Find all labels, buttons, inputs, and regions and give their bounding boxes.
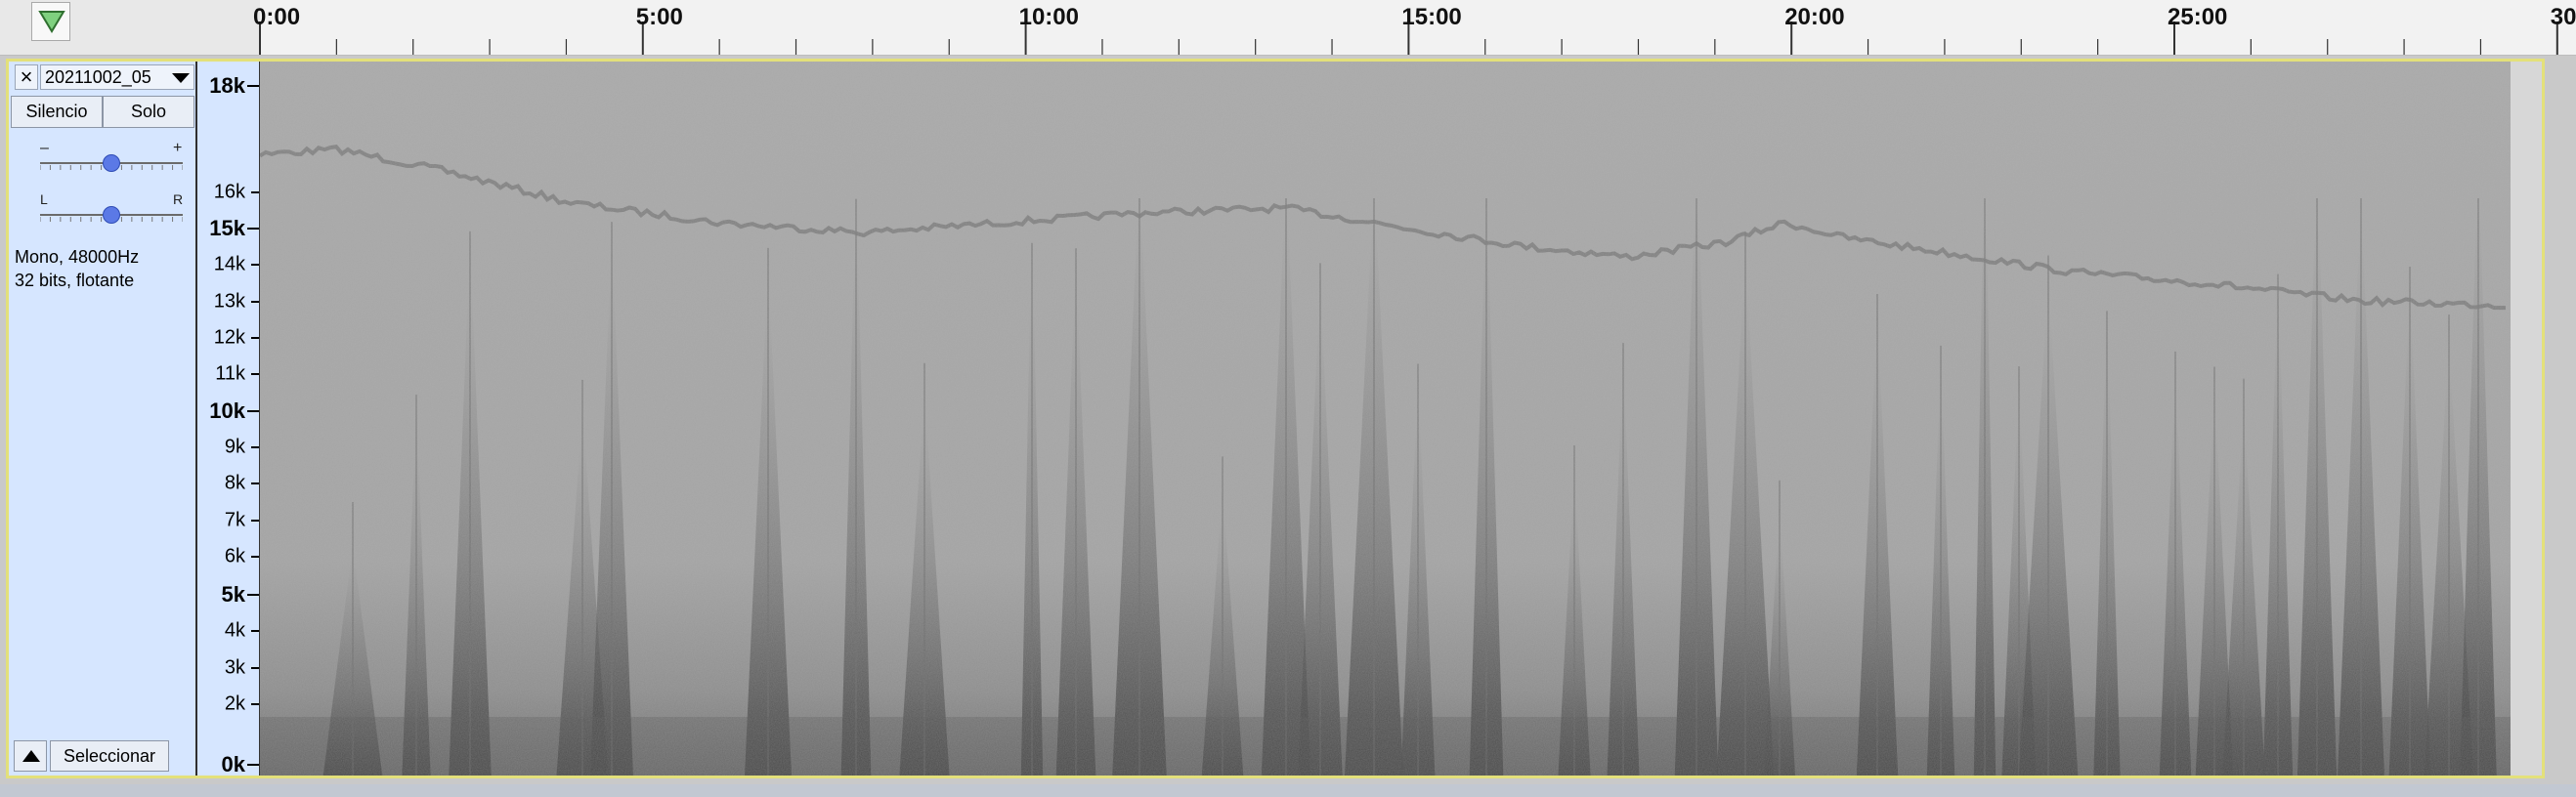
frequency-tick-mark (251, 373, 259, 376)
frequency-tick-label: 2k (224, 692, 245, 715)
frequency-tick-label: 16k (213, 181, 245, 203)
frequency-tick-label: 8k (224, 472, 245, 494)
frequency-tick-label: 11k (215, 362, 245, 385)
close-track-button[interactable]: × (15, 64, 38, 90)
frequency-tick-label: 6k (224, 545, 245, 567)
gain-slider-thumb[interactable] (103, 154, 120, 172)
frequency-tick-mark (251, 482, 259, 485)
collapse-track-button[interactable] (14, 740, 47, 772)
frequency-tick-mark (251, 556, 259, 559)
mute-button[interactable]: Silencio (11, 96, 103, 128)
frequency-axis[interactable]: 18k 16k 15k 14k 13k 12k 11k 10k 9k 8k 7k 6k 5k 4k 3k 2k… (197, 62, 260, 776)
ruler-tick-label: 30:00 (2550, 4, 2576, 30)
spectrogram-grain (260, 62, 2511, 776)
frequency-tick-mark (251, 702, 259, 705)
solo-button[interactable]: Solo (103, 96, 194, 128)
pan-slider-thumb[interactable] (103, 206, 120, 224)
bottom-strip (0, 784, 2576, 797)
collapse-up-icon (22, 750, 40, 762)
frequency-tick-mark (251, 519, 259, 522)
frequency-tick-label: 5k (221, 581, 245, 607)
ruler-tick-label: 5:00 (635, 4, 683, 30)
pan-right-label: R (173, 191, 184, 207)
frequency-tick-label: 7k (224, 509, 245, 531)
frequency-tick-label: 0k (221, 752, 245, 777)
frequency-tick-mark (247, 409, 259, 412)
frequency-tick-label: 14k (213, 253, 245, 275)
frequency-tick-mark (247, 764, 259, 767)
gain-slider[interactable]: – + (26, 140, 191, 175)
pan-left-label: L (40, 191, 48, 207)
gain-plus-label: + (173, 140, 183, 156)
track-format-bits: 32 bits, flotante (15, 271, 135, 290)
chevron-down-icon (172, 73, 190, 83)
select-track-button[interactable]: Seleccionar (50, 740, 169, 772)
frequency-tick-mark (247, 84, 259, 87)
frequency-tick-mark (247, 593, 259, 596)
track-control-panel: × 20211002_05 Silencio Solo – + L R Mono… (9, 62, 197, 776)
frequency-tick-mark (251, 300, 259, 303)
frequency-tick-mark (251, 337, 259, 340)
track-right-gutter (2511, 62, 2542, 776)
frequency-tick-mark (251, 446, 259, 449)
spectrogram-view[interactable] (260, 62, 2511, 776)
frequency-tick-label: 13k (213, 290, 245, 313)
frequency-tick-label: 12k (213, 326, 245, 349)
ruler-tick-label: 25:00 (2168, 4, 2228, 30)
frequency-tick-mark (251, 264, 259, 267)
frequency-tick-mark (251, 190, 259, 193)
track-format-rate: Mono, 48000Hz (15, 247, 140, 267)
frequency-tick-mark (247, 228, 259, 231)
spectrogram-image (260, 62, 2511, 776)
frequency-tick-label: 15k (209, 216, 245, 241)
timeline-ruler[interactable]: 0:00 5:00 10:00 15:00 20:00 25:00 30:00 (0, 0, 2576, 56)
frequency-tick-label: 18k (209, 72, 245, 98)
ruler-tick-label: 20:00 (1784, 4, 1845, 30)
frequency-tick-label: 3k (224, 656, 245, 679)
ruler-tick-label: 15:00 (1401, 4, 1462, 30)
gain-minus-label: – (40, 140, 49, 156)
frequency-tick-mark (251, 666, 259, 669)
frequency-tick-label: 4k (224, 619, 245, 642)
ruler-tick-label: 0:00 (253, 4, 301, 30)
track-name: 20211002_05 (45, 67, 151, 87)
ruler-tick-label: 10:00 (1018, 4, 1079, 30)
frequency-tick-label: 10k (209, 398, 245, 423)
pan-slider[interactable]: L R (26, 191, 191, 227)
frequency-tick-mark (251, 630, 259, 633)
track-name-menu-button[interactable]: 20211002_05 (40, 64, 194, 90)
frequency-tick-label: 9k (224, 436, 245, 458)
